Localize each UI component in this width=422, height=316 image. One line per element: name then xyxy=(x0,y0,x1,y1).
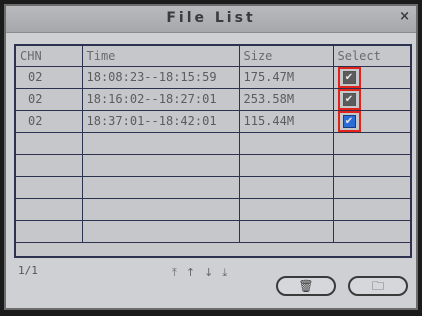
cell-time: 18:37:01--18:42:01 xyxy=(82,110,240,133)
empty-cell xyxy=(16,154,83,177)
first-page-icon[interactable]: ⤒ xyxy=(172,266,186,279)
close-icon[interactable]: × xyxy=(399,9,410,24)
cell-select: ✔ xyxy=(333,66,410,89)
select-highlight: ✔ xyxy=(337,110,361,131)
cell-time: 18:08:23--18:15:59 xyxy=(82,66,240,89)
prev-page-icon[interactable]: ↑ xyxy=(186,266,204,279)
empty-cell xyxy=(82,154,240,177)
table-row[interactable]: 02 18:37:01--18:42:01 115.44M ✔ xyxy=(16,110,410,133)
empty-cell xyxy=(16,132,83,155)
column-header-time: Time xyxy=(82,46,240,67)
empty-cell xyxy=(333,220,410,243)
row-checkbox[interactable]: ✔ xyxy=(342,70,356,84)
column-header-select: Select xyxy=(333,46,410,67)
table-row[interactable]: 02 18:08:23--18:15:59 175.47M ✔ xyxy=(16,66,410,89)
empty-cell xyxy=(239,154,334,177)
empty-row xyxy=(16,154,410,177)
empty-cell xyxy=(16,176,83,199)
next-page-icon[interactable]: ↓ xyxy=(204,266,222,279)
dialog-footer: 1/1 ⤒↑↓⤓ 🗑 🗀 xyxy=(14,262,408,306)
empty-cell xyxy=(239,132,334,155)
cell-select: ✔ xyxy=(333,110,410,133)
cell-size: 115.44M xyxy=(239,110,334,133)
empty-row xyxy=(16,198,410,221)
cell-select: ✔ xyxy=(333,88,410,111)
last-page-icon[interactable]: ⤓ xyxy=(222,266,236,279)
backup-button[interactable]: 🗀 xyxy=(348,276,408,296)
cell-time: 18:16:02--18:27:01 xyxy=(82,88,240,111)
select-highlight: ✔ xyxy=(337,88,361,109)
cell-size: 253.58M xyxy=(239,88,334,111)
title-bar: File List × xyxy=(6,6,416,33)
empty-cell xyxy=(333,154,410,177)
delete-button[interactable]: 🗑 xyxy=(276,276,336,296)
empty-row xyxy=(16,220,410,243)
empty-cell xyxy=(239,176,334,199)
column-header-chn: CHN xyxy=(16,46,83,67)
file-table: CHN Time Size Select 02 18:08:23--18:15:… xyxy=(14,44,412,258)
column-header-size: Size xyxy=(239,46,334,67)
cell-chn: 02 xyxy=(16,88,83,111)
row-checkbox[interactable]: ✔ xyxy=(342,114,356,128)
table-row[interactable]: 02 18:16:02--18:27:01 253.58M ✔ xyxy=(16,88,410,111)
empty-cell xyxy=(82,132,240,155)
empty-cell xyxy=(16,198,83,221)
dialog-title: File List xyxy=(166,10,256,26)
empty-cell xyxy=(333,198,410,221)
empty-cell xyxy=(333,132,410,155)
file-list-dialog: File List × CHN Time Size Select 02 18:0… xyxy=(4,4,418,310)
cell-size: 175.47M xyxy=(239,66,334,89)
page-navigation: ⤒↑↓⤓ xyxy=(172,266,236,280)
empty-cell xyxy=(239,198,334,221)
row-checkbox[interactable]: ✔ xyxy=(342,92,356,106)
empty-cell xyxy=(16,220,83,243)
cell-chn: 02 xyxy=(16,66,83,89)
empty-row xyxy=(16,176,410,199)
backup-icon: 🗀 xyxy=(371,279,384,293)
empty-cell xyxy=(82,176,240,199)
empty-cell xyxy=(82,220,240,243)
empty-cell xyxy=(82,198,240,221)
delete-icon: 🗑 xyxy=(298,279,314,293)
empty-cell xyxy=(333,176,410,199)
empty-cell xyxy=(239,220,334,243)
table-header-row: CHN Time Size Select xyxy=(16,46,410,67)
empty-row xyxy=(16,132,410,155)
cell-chn: 02 xyxy=(16,110,83,133)
select-highlight: ✔ xyxy=(337,66,361,87)
page-indicator: 1/1 xyxy=(18,264,38,277)
